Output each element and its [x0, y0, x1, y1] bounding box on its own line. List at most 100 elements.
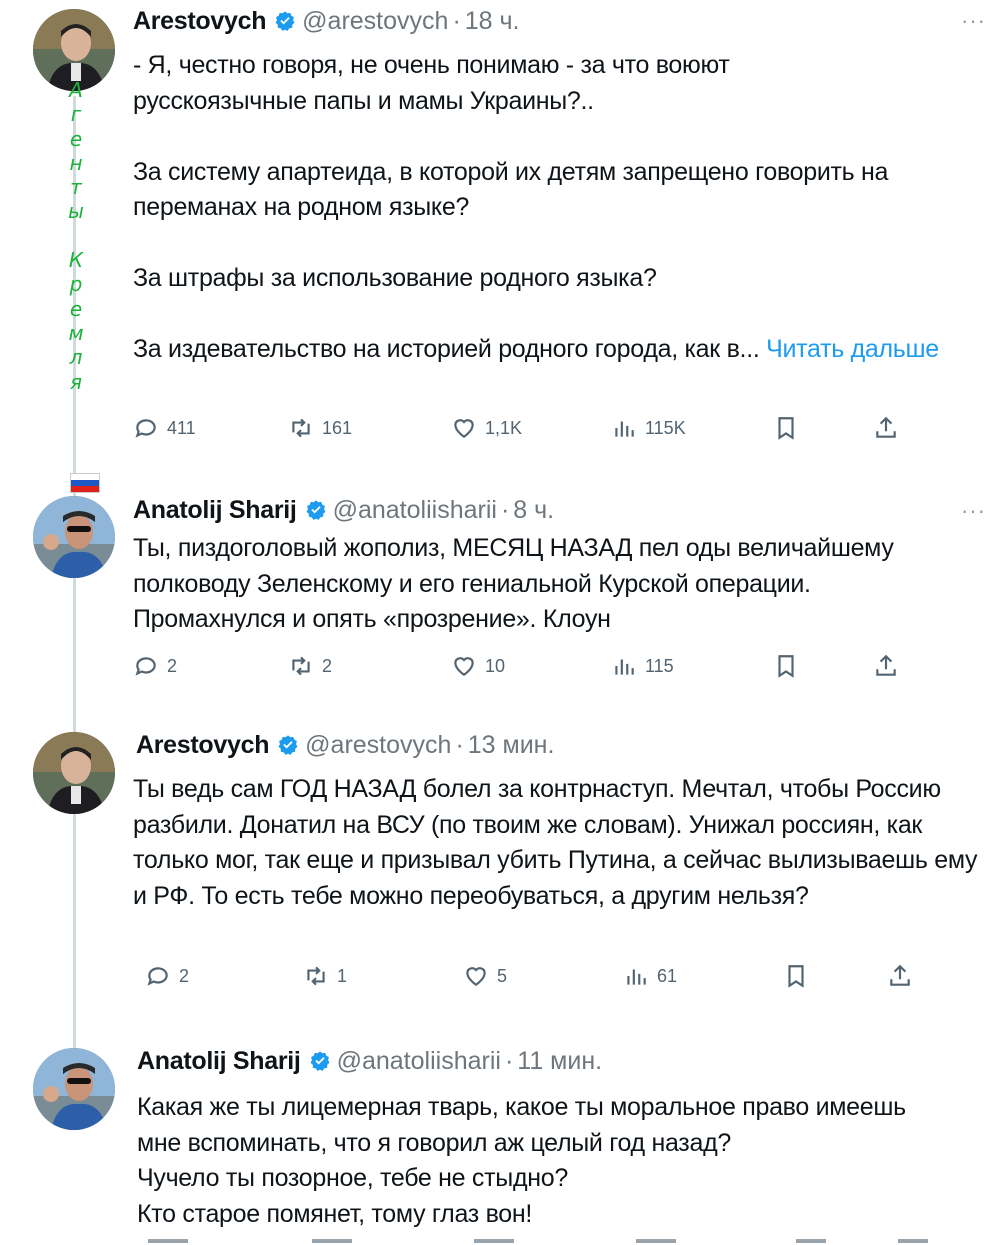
reply-count: 2	[167, 655, 178, 676]
paragraph-3: За штрафы за использование родного языка…	[133, 264, 657, 292]
verified-badge-icon	[278, 735, 298, 755]
author-handle[interactable]: @arestovych	[302, 7, 448, 36]
russian-flag-icon	[70, 473, 100, 493]
share-icon	[890, 964, 910, 986]
verified-badge-icon	[306, 500, 326, 520]
views-count: 61	[657, 965, 678, 986]
reply-icon	[135, 419, 156, 438]
tweet-time[interactable]: 18 ч.	[465, 7, 520, 36]
tweet-time[interactable]: 8 ч.	[513, 496, 554, 525]
avatar-arestovych[interactable]	[33, 732, 115, 814]
author-name[interactable]: Arestovych	[133, 7, 266, 36]
heart-icon	[454, 419, 474, 438]
overlay-letter: е	[69, 296, 83, 321]
author-handle[interactable]: @arestovych	[305, 731, 451, 760]
overlay-letter: р	[69, 272, 83, 297]
like-button[interactable]: 1,1K	[451, 415, 522, 441]
repost-button[interactable]: 2	[288, 653, 332, 679]
overlay-letter: л	[69, 345, 83, 370]
bookmark-button[interactable]	[783, 963, 817, 989]
like-button[interactable]: 5	[463, 963, 507, 989]
repost-count: 161	[322, 417, 353, 438]
bookmark-icon	[778, 655, 794, 678]
reply-button[interactable]: 411	[133, 415, 196, 441]
tweet-actions: 2 2 10 115	[133, 653, 913, 683]
repost-icon	[307, 966, 325, 986]
overlay-letter: е	[69, 126, 83, 151]
cut-off-actions-row	[148, 1239, 928, 1243]
tweet-text: Ты, пиздоголовый жополиз, МЕСЯЦ НАЗАД пе…	[133, 531, 943, 638]
tweet-text-content: Ты ведь сам ГОД НАЗАД болел за контрнаст…	[133, 775, 978, 910]
read-more-link[interactable]: Читать дальше	[766, 335, 939, 363]
verified-badge-icon	[275, 11, 295, 31]
tweet-actions: 2 1 5 61	[145, 963, 925, 993]
overlay-letter: м	[68, 320, 84, 345]
repost-icon	[292, 656, 310, 676]
tweet-line-3: Кто старое помянет, тому глаз вон!	[137, 1199, 533, 1228]
repost-button[interactable]: 1	[303, 963, 347, 989]
tweet-header: Anatolij Sharij @anatoliisharii · 11 мин…	[137, 1044, 602, 1078]
views-chart-icon	[627, 969, 646, 985]
reply-icon	[147, 967, 168, 986]
heart-icon	[466, 967, 486, 986]
reply-button[interactable]: 2	[145, 963, 189, 989]
author-handle[interactable]: @anatoliisharii	[337, 1047, 501, 1076]
tweet-time[interactable]: 11 мин.	[517, 1047, 602, 1076]
tweet-text: Какая же ты лицемерная тварь, какое ты м…	[137, 1090, 937, 1232]
share-icon	[876, 416, 896, 438]
repost-count: 2	[322, 655, 333, 676]
tweet-line-1: Какая же ты лицемерная тварь, какое ты м…	[137, 1093, 906, 1157]
views-button[interactable]: 115K	[611, 415, 686, 441]
like-count: 5	[497, 965, 508, 986]
overlay-letter: ы	[68, 199, 84, 224]
repost-count: 1	[337, 965, 348, 986]
avatar-sharij[interactable]	[33, 1048, 115, 1130]
paragraph-1: - Я, честно говоря, не очень понимаю - з…	[133, 51, 730, 115]
reply-count: 411	[167, 417, 196, 438]
share-button[interactable]	[873, 415, 907, 441]
bookmark-icon	[778, 417, 794, 440]
reply-icon	[135, 657, 156, 676]
overlay-letter: я	[69, 369, 83, 394]
overlay-vertical-text: А г е н т ы К р е м л я	[66, 78, 86, 394]
author-name[interactable]: Anatolij Sharij	[133, 496, 297, 525]
separator-dot: ·	[455, 730, 464, 759]
heart-icon	[454, 657, 474, 676]
author-name[interactable]: Anatolij Sharij	[137, 1047, 301, 1076]
tweet-text-content: Ты, пиздоголовый жополиз, МЕСЯЦ НАЗАД пе…	[133, 534, 894, 633]
like-button[interactable]: 10	[451, 653, 505, 679]
bookmark-button[interactable]	[773, 415, 807, 441]
overlay-letter: К	[68, 248, 84, 273]
separator-dot: ·	[452, 6, 461, 35]
tweet-text: - Я, честно говоря, не очень понимаю - з…	[133, 48, 983, 368]
separator-dot: ·	[504, 1046, 514, 1075]
overlay-letter	[66, 224, 86, 248]
author-name[interactable]: Arestovych	[136, 731, 269, 760]
overlay-letter: А	[69, 78, 83, 102]
views-button[interactable]: 115	[611, 653, 674, 679]
reply-button[interactable]: 2	[133, 653, 177, 679]
tweet-text: Ты ведь сам ГОД НАЗАД болел за контрнаст…	[133, 772, 988, 914]
more-options-icon[interactable]: ···	[961, 8, 986, 34]
tweet-line-2: Чучело ты позорное, тебе не стыдно?	[137, 1164, 568, 1192]
author-handle[interactable]: @anatoliisharii	[333, 496, 497, 525]
like-count: 1,1K	[485, 417, 523, 438]
tweet-time[interactable]: 13 мин.	[468, 731, 555, 760]
paragraph-4: За издевательство на историей родного го…	[133, 332, 943, 368]
more-options-icon[interactable]: ···	[961, 498, 986, 524]
reply-count: 2	[179, 965, 190, 986]
overlay-letter: г	[70, 102, 82, 127]
views-chart-icon	[615, 659, 634, 675]
paragraph-2: За систему апартеида, в которой их детям…	[133, 157, 889, 222]
views-chart-icon	[615, 421, 634, 437]
tweet-header: Anatolij Sharij @anatoliisharii · 8 ч.	[133, 493, 554, 527]
avatar-sharij[interactable]	[33, 496, 115, 578]
bookmark-button[interactable]	[773, 653, 807, 679]
views-button[interactable]: 61	[623, 963, 677, 989]
share-button[interactable]	[887, 963, 921, 989]
overlay-letter: т	[70, 175, 82, 200]
repost-button[interactable]: 161	[288, 415, 352, 441]
share-button[interactable]	[873, 653, 907, 679]
repost-icon	[292, 418, 310, 438]
tweet-actions: 411 161 1,1K 115K	[133, 415, 913, 445]
